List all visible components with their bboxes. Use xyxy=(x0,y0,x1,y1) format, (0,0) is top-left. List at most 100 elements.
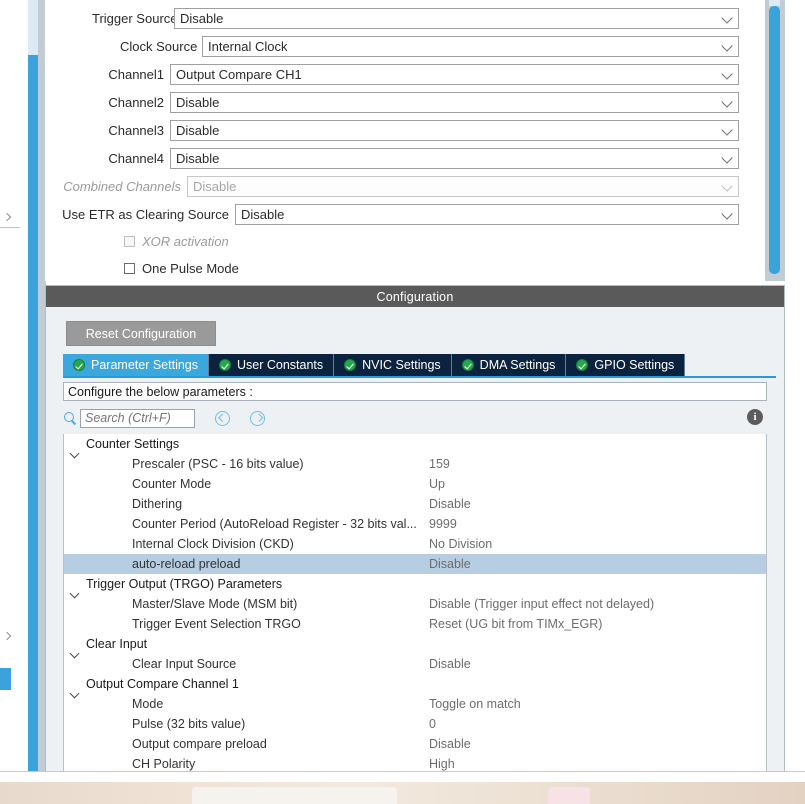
form-row-dropdown[interactable]: Disable xyxy=(235,203,739,225)
gutter-chevron-icon-2 xyxy=(4,633,13,642)
top-panel-vertical-scrollbar[interactable] xyxy=(765,0,785,281)
tree-param-row[interactable]: Pulse (32 bits value) 0 xyxy=(64,714,766,734)
tree-param-name: Internal Clock Division (CKD) xyxy=(132,537,294,551)
tree-group-row[interactable]: Counter Settings xyxy=(64,434,766,454)
check-circle-icon xyxy=(344,359,357,371)
tree-param-row[interactable]: Clear Input Source Disable xyxy=(64,654,766,674)
search-input[interactable] xyxy=(80,408,195,428)
tab-dma-settings[interactable]: DMA Settings xyxy=(451,354,567,376)
search-toolbar: i xyxy=(63,406,767,430)
tree-param-value[interactable]: 9999 xyxy=(429,517,457,531)
checkbox-label: XOR activation xyxy=(142,233,229,249)
tree-param-value[interactable]: Disable xyxy=(429,497,471,511)
form-row-dropdown[interactable]: Output Compare CH1 xyxy=(170,63,739,85)
form-row-label: Channel3 xyxy=(108,122,164,138)
form-row-label: Combined Channels xyxy=(63,178,181,194)
form-row-dropdown[interactable]: Disable xyxy=(170,119,739,141)
desktop-gap xyxy=(0,772,805,782)
tree-group-label: Output Compare Channel 1 xyxy=(86,677,239,691)
tab-parameter-settings[interactable]: Parameter Settings xyxy=(63,354,209,376)
tree-param-value[interactable]: Toggle on match xyxy=(429,697,521,711)
tree-param-name: Master/Slave Mode (MSM bit) xyxy=(132,597,298,611)
tree-param-name: Clear Input Source xyxy=(132,657,237,671)
form-row-dropdown[interactable]: Internal Clock xyxy=(202,35,739,57)
form-row: Channel4 Disable xyxy=(45,147,739,169)
configuration-body: Reset Configuration Parameter Settings Us… xyxy=(46,307,784,780)
tree-param-row[interactable]: Master/Slave Mode (MSM bit) Disable (Trig… xyxy=(64,594,766,614)
chevron-down-icon xyxy=(721,95,735,109)
tree-group-row[interactable]: Clear Input xyxy=(64,634,766,654)
tree-param-value[interactable]: No Division xyxy=(429,537,492,551)
tree-param-row[interactable]: Prescaler (PSC - 16 bits value) 159 xyxy=(64,454,766,474)
tree-param-value[interactable]: 159 xyxy=(429,457,450,471)
tree-param-row[interactable]: Counter Mode Up xyxy=(64,474,766,494)
configuration-title-bar: Configuration xyxy=(46,286,784,307)
form-row: Channel3 Disable xyxy=(45,119,739,141)
check-circle-icon xyxy=(73,359,85,371)
tree-param-value[interactable]: High xyxy=(429,757,455,771)
tree-group-row[interactable]: Output Compare Channel 1 xyxy=(64,674,766,694)
parameter-tree[interactable]: Counter Settings Prescaler (PSC - 16 bits… xyxy=(63,434,767,780)
next-match-icon[interactable] xyxy=(250,410,265,426)
chevron-down-icon xyxy=(721,151,735,165)
form-row: Trigger Source Disable xyxy=(45,7,739,29)
form-row-dropdown[interactable]: Disable xyxy=(170,91,739,113)
tree-param-value[interactable]: 0 xyxy=(429,717,436,731)
taskbar-chip-2[interactable] xyxy=(548,787,590,804)
tree-group-label: Counter Settings xyxy=(86,437,180,451)
check-circle-icon xyxy=(461,359,474,371)
configuration-tabstrip: Parameter Settings User Constants NVIC Set… xyxy=(63,354,776,378)
chevron-down-icon xyxy=(721,39,735,53)
configure-hint-bar: Configure the below parameters : xyxy=(63,382,767,401)
form-row-value: Disable xyxy=(176,94,220,110)
form-row: Clock Source Internal Clock xyxy=(45,35,739,57)
tab-user-constants[interactable]: User Constants xyxy=(209,354,335,376)
tree-param-name: Pulse (32 bits value) xyxy=(132,717,246,731)
tree-param-row[interactable]: Mode Toggle on match xyxy=(64,694,766,714)
form-row-dropdown[interactable]: Disable xyxy=(170,147,739,169)
checkbox-label: One Pulse Mode xyxy=(142,260,239,276)
tree-param-row[interactable]: Output compare preload Disable xyxy=(64,734,766,754)
reset-configuration-button[interactable]: Reset Configuration xyxy=(66,321,216,346)
checkbox-box[interactable] xyxy=(124,262,135,274)
info-icon[interactable]: i xyxy=(747,409,763,425)
screen-root: Trigger Source Disable Clock Source Interna… xyxy=(0,0,805,804)
desktop-taskbar[interactable] xyxy=(0,782,805,804)
checkbox-box xyxy=(124,235,135,247)
left-scrollbar-thumb[interactable] xyxy=(28,55,38,790)
top-panel-scrollbar-thumb[interactable] xyxy=(769,6,780,274)
tab-label: DMA Settings xyxy=(479,358,556,372)
form-row: Channel1 Output Compare CH1 xyxy=(45,63,739,85)
check-circle-icon xyxy=(219,359,231,371)
tree-group-row[interactable]: Trigger Output (TRGO) Parameters xyxy=(64,574,766,594)
tree-param-row[interactable]: Trigger Event Selection TRGO Reset (UG bi… xyxy=(64,614,766,634)
tree-param-row[interactable]: auto-reload preload Disable xyxy=(64,554,766,574)
tree-param-row[interactable]: Counter Period (AutoReload Register - 32… xyxy=(64,514,766,534)
taskbar-chip-1[interactable] xyxy=(192,787,397,804)
tree-param-value[interactable]: Disable xyxy=(429,657,471,671)
tree-param-name: Trigger Event Selection TRGO xyxy=(132,617,301,631)
tree-param-name: auto-reload preload xyxy=(132,557,241,571)
gutter-chevron-icon-1 xyxy=(4,214,13,223)
tab-nvic-settings[interactable]: NVIC Settings xyxy=(334,354,452,376)
form-row-value: Disable xyxy=(180,10,224,26)
tree-param-row[interactable]: Internal Clock Division (CKD) No Division xyxy=(64,534,766,554)
tree-param-value[interactable]: Disable xyxy=(429,737,471,751)
configuration-title-label: Configuration xyxy=(376,289,454,304)
tree-group-label: Clear Input xyxy=(86,637,148,651)
tree-param-row[interactable]: Dithering Disable xyxy=(64,494,766,514)
tree-param-name: CH Polarity xyxy=(132,757,196,771)
left-vertical-scrollbar[interactable] xyxy=(28,0,46,790)
previous-match-icon[interactable] xyxy=(215,410,230,426)
tree-param-value[interactable]: Disable xyxy=(429,557,471,571)
form-row: Use ETR as Clearing Source Disable xyxy=(45,203,739,225)
tree-param-value[interactable]: Disable (Trigger input effect not delaye… xyxy=(429,597,654,611)
form-row-dropdown[interactable]: Disable xyxy=(174,7,739,29)
tree-param-value[interactable]: Up xyxy=(429,477,445,491)
checkbox-row[interactable]: One Pulse Mode xyxy=(124,258,239,278)
form-row-label: Trigger Source xyxy=(92,10,178,26)
checkbox-row: XOR activation xyxy=(124,231,229,251)
tree-param-value[interactable]: Reset (UG bit from TIMx_EGR) xyxy=(429,617,602,631)
left-scrollbar-trough[interactable] xyxy=(28,0,38,55)
tab-gpio-settings[interactable]: GPIO Settings xyxy=(566,354,686,376)
